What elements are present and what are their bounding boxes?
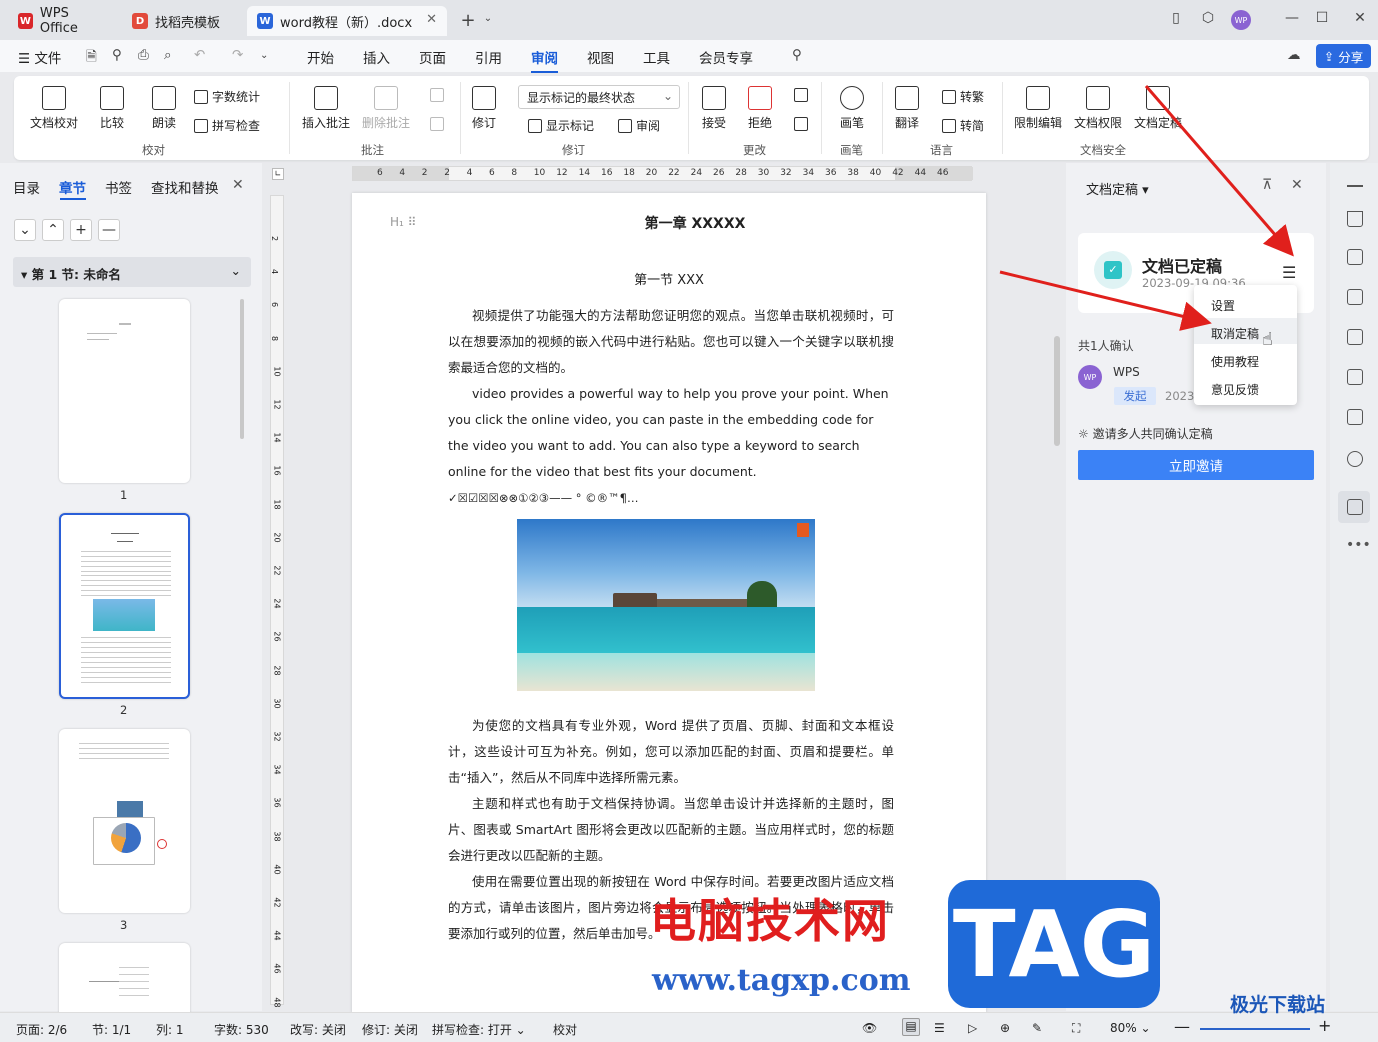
annotation-arrows bbox=[999, 85, 1294, 331]
arrow-to-cancel-finalize bbox=[999, 270, 1212, 331]
arrow-to-menu-icon bbox=[1144, 85, 1294, 257]
